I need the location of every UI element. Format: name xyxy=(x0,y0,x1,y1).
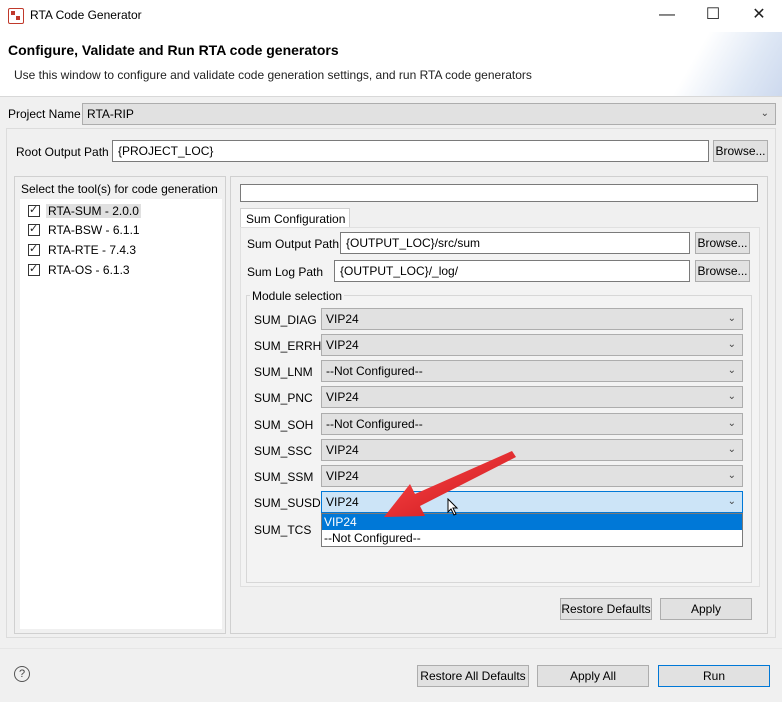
sum-output-input[interactable]: {OUTPUT_LOC}/src/sum xyxy=(340,232,690,254)
module-value-sum-errh: VIP24 xyxy=(326,338,359,352)
module-select-sum-lnm[interactable]: --Not Configured-- ⌄ xyxy=(321,360,743,382)
module-value-sum-pnc: VIP24 xyxy=(326,390,359,404)
module-label-sum-ssc: SUM_SSC xyxy=(254,444,313,458)
chevron-down-icon: ⌄ xyxy=(727,470,736,481)
root-output-input[interactable]: {PROJECT_LOC} xyxy=(112,140,709,162)
chevron-down-icon: ⌄ xyxy=(727,418,736,429)
project-name-label: Project Name xyxy=(8,107,81,121)
module-value-sum-ssm: VIP24 xyxy=(326,469,359,483)
window-title: RTA Code Generator xyxy=(30,8,142,22)
tool-item-sum[interactable]: RTA-SUM - 2.0.0 xyxy=(46,204,141,218)
chevron-down-icon: ⌄ xyxy=(727,365,736,376)
module-select-sum-diag[interactable]: VIP24 ⌄ xyxy=(321,308,743,330)
module-value-sum-soh: --Not Configured-- xyxy=(326,417,423,431)
tools-title: Select the tool(s) for code generation xyxy=(21,182,218,196)
sum-log-input[interactable]: {OUTPUT_LOC}/_log/ xyxy=(334,260,690,282)
chevron-down-icon: ⌄ xyxy=(727,339,736,350)
run-button[interactable]: Run xyxy=(658,665,770,687)
tool-item-os[interactable]: RTA-OS - 6.1.3 xyxy=(48,263,130,277)
chevron-down-icon: ⌄ xyxy=(727,391,736,402)
module-value-sum-ssc: VIP24 xyxy=(326,443,359,457)
module-label-sum-diag: SUM_DIAG xyxy=(254,313,317,327)
tool-item-bsw[interactable]: RTA-BSW - 6.1.1 xyxy=(48,223,140,237)
minimize-button[interactable]: — xyxy=(644,0,690,32)
sum-output-value: {OUTPUT_LOC}/src/sum xyxy=(346,236,481,250)
sum-log-browse-button[interactable]: Browse... xyxy=(695,260,750,282)
restore-defaults-button[interactable]: Restore Defaults xyxy=(560,598,652,620)
app-icon xyxy=(8,8,24,24)
help-icon[interactable]: ? xyxy=(14,666,30,682)
maximize-button[interactable]: ☐ xyxy=(690,0,736,32)
mouse-cursor-icon xyxy=(447,498,459,516)
module-label-sum-lnm: SUM_LNM xyxy=(254,365,313,379)
tool-checkbox-bsw[interactable] xyxy=(28,222,40,236)
module-select-sum-pnc[interactable]: VIP24 ⌄ xyxy=(321,386,743,408)
chevron-down-icon: ⌄ xyxy=(727,444,736,455)
module-label-sum-tcs: SUM_TCS xyxy=(254,523,312,537)
module-select-sum-errh[interactable]: VIP24 ⌄ xyxy=(321,334,743,356)
page-title: Configure, Validate and Run RTA code gen… xyxy=(8,42,339,58)
tab-sum-configuration-label: Sum Configuration xyxy=(246,212,346,226)
module-label-sum-ssm: SUM_SSM xyxy=(254,470,314,484)
tool-checkbox-rte[interactable] xyxy=(28,242,40,256)
root-output-value: {PROJECT_LOC} xyxy=(118,144,214,158)
apply-all-button[interactable]: Apply All xyxy=(537,665,649,687)
close-button[interactable]: ✕ xyxy=(736,0,782,32)
chevron-down-icon: ⌄ xyxy=(760,108,769,119)
restore-all-defaults-button[interactable]: Restore All Defaults xyxy=(417,665,529,687)
chevron-down-icon: ⌄ xyxy=(727,496,736,507)
sum-output-label: Sum Output Path xyxy=(247,237,340,251)
config-message-field xyxy=(240,184,758,202)
project-name-value: RTA-RIP xyxy=(87,107,134,121)
module-value-sum-diag: VIP24 xyxy=(326,312,359,326)
root-output-label: Root Output Path xyxy=(16,145,109,159)
chevron-down-icon: ⌄ xyxy=(727,313,736,324)
page-description: Use this window to configure and validat… xyxy=(14,68,532,82)
tool-item-rte[interactable]: RTA-RTE - 7.4.3 xyxy=(48,243,136,257)
module-value-sum-lnm: --Not Configured-- xyxy=(326,364,423,378)
module-label-sum-susd: SUM_SUSD xyxy=(254,496,321,510)
sum-log-value: {OUTPUT_LOC}/_log/ xyxy=(340,264,459,278)
root-browse-button[interactable]: Browse... xyxy=(713,140,768,162)
module-label-sum-soh: SUM_SOH xyxy=(254,418,314,432)
apply-button[interactable]: Apply xyxy=(660,598,752,620)
banner-decoration xyxy=(662,32,782,96)
module-label-sum-pnc: SUM_PNC xyxy=(254,391,313,405)
annotation-arrow-icon xyxy=(384,451,516,517)
module-selection-title: Module selection xyxy=(250,289,345,303)
footer-divider xyxy=(0,648,782,649)
sum-log-label: Sum Log Path xyxy=(247,265,324,279)
module-select-sum-soh[interactable]: --Not Configured-- ⌄ xyxy=(321,413,743,435)
module-label-sum-errh: SUM_ERRH xyxy=(254,339,322,353)
tool-checkbox-sum[interactable] xyxy=(28,203,40,217)
tool-checkbox-os[interactable] xyxy=(28,262,40,276)
sum-output-browse-button[interactable]: Browse... xyxy=(695,232,750,254)
module-value-sum-susd: VIP24 xyxy=(326,495,359,509)
project-name-select[interactable]: RTA-RIP ⌄ xyxy=(82,103,776,125)
